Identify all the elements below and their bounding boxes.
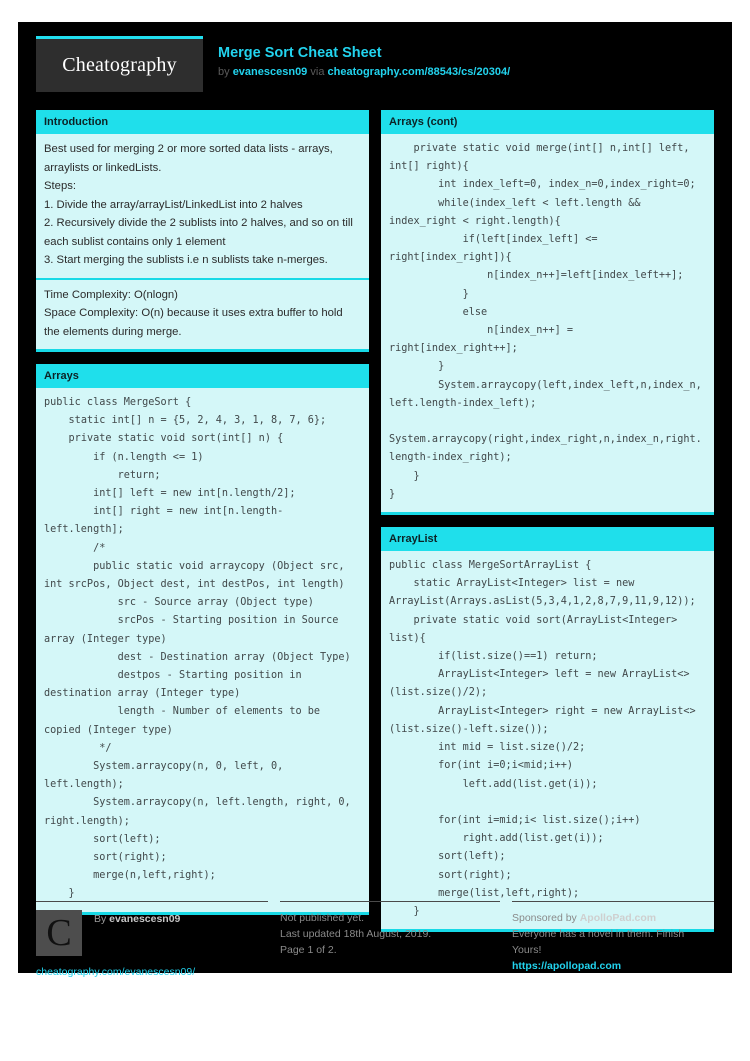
complexity-text: Time Complexity: O(nlogn) Space Complexi… — [44, 288, 343, 338]
avatar: C — [36, 910, 82, 956]
footer-profile-link[interactable]: cheatography.com/evanescesn09/ — [36, 966, 268, 979]
card-arrays: Arrays public class MergeSort { static i… — [36, 364, 369, 915]
footer-by-label: By — [94, 913, 110, 925]
page-number: Page 1 of 2. — [280, 944, 337, 956]
footer-author-name: evanescesn09 — [109, 913, 181, 925]
arrays-code-block: public class MergeSort { static int[] n … — [44, 397, 351, 900]
introduction-text: Best used for merging 2 or more sorted d… — [44, 143, 353, 266]
byline-via-label: via — [307, 66, 328, 78]
page-header: Cheatography Merge Sort Cheat Sheet by e… — [18, 22, 732, 92]
byline-author[interactable]: evanescesn09 — [233, 66, 308, 78]
byline-by-label: by — [218, 66, 233, 78]
card-body-arraylist: public class MergeSortArrayList { static… — [381, 551, 714, 929]
byline-source-link[interactable]: cheatography.com/88543/cs/20304/ — [328, 66, 511, 78]
card-header-introduction: Introduction — [36, 110, 369, 134]
cheatography-logo[interactable]: Cheatography — [36, 36, 203, 92]
footer-sponsor-column: Sponsored by ApolloPad.com Everyone has … — [512, 901, 714, 979]
content-columns: Introduction Best used for merging 2 or … — [36, 110, 714, 944]
introduction-complexity: Time Complexity: O(nlogn) Space Complexi… — [36, 277, 369, 350]
card-header-arrays: Arrays — [36, 364, 369, 388]
sponsor-line: Sponsored by ApolloPad.com — [512, 910, 714, 926]
byline: by evanescesn09 via cheatography.com/885… — [218, 65, 510, 79]
sponsor-tagline: Everyone has a novel in them. Finish You… — [512, 928, 685, 956]
card-header-arraylist: ArrayList — [381, 527, 714, 552]
arraylist-code-block: public class MergeSortArrayList { static… — [389, 560, 696, 917]
card-body-arrays: public class MergeSort { static int[] n … — [36, 388, 369, 912]
sponsor-prefix: Sponsored by — [512, 912, 580, 924]
footer-author-column: C By evanescesn09 cheatography.com/evane… — [36, 901, 268, 979]
logo-text: Cheatography — [62, 54, 177, 76]
card-body-introduction: Best used for merging 2 or more sorted d… — [36, 134, 369, 278]
page-title: Merge Sort Cheat Sheet — [218, 45, 382, 61]
header-titles: Merge Sort Cheat Sheet by evanescesn09 v… — [218, 44, 510, 79]
page-footer: C By evanescesn09 cheatography.com/evane… — [36, 901, 714, 979]
sponsor-name: ApolloPad.com — [579, 912, 657, 924]
last-updated: Last updated 18th August, 2019. — [280, 928, 432, 940]
arrays-cont-code-block: private static void merge(int[] n,int[] … — [389, 143, 702, 500]
card-arrays-cont: Arrays (cont) private static void merge(… — [381, 110, 714, 516]
card-header-arrays-cont: Arrays (cont) — [381, 110, 714, 134]
sponsor-link[interactable]: https://apollopad.com — [512, 958, 714, 974]
footer-publish-column: Not published yet. Last updated 18th Aug… — [280, 901, 500, 979]
cheatsheet-page: Cheatography Merge Sort Cheat Sheet by e… — [18, 22, 732, 978]
footer-author-line: By evanescesn09 — [94, 910, 180, 926]
publish-status: Not published yet. — [280, 912, 365, 924]
right-column: Arrays (cont) private static void merge(… — [381, 110, 714, 944]
card-introduction: Introduction Best used for merging 2 or … — [36, 110, 369, 352]
card-arraylist: ArrayList public class MergeSortArrayLis… — [381, 527, 714, 933]
card-body-arrays-cont: private static void merge(int[] n,int[] … — [381, 134, 714, 512]
left-column: Introduction Best used for merging 2 or … — [36, 110, 369, 944]
